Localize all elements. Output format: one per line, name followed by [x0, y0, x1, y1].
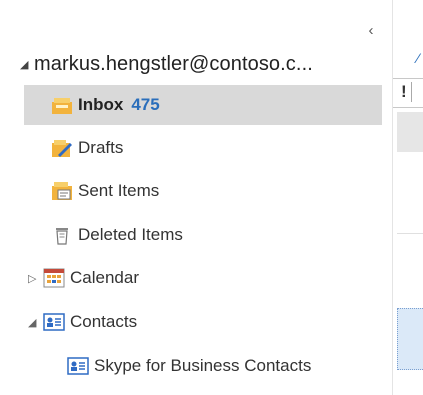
divider [393, 107, 423, 108]
drafts-icon [50, 136, 74, 160]
collapsed-arrow-icon[interactable]: ▷ [28, 272, 42, 285]
folder-label: Inbox [78, 95, 124, 114]
folder-drafts[interactable]: Drafts [50, 128, 123, 168]
inbox-icon [50, 93, 74, 117]
unread-count: 475 [131, 95, 160, 114]
folder-label: Contacts [70, 312, 138, 331]
folder-deleted-items[interactable]: Deleted Items [50, 215, 183, 255]
folder-label: Drafts [78, 138, 124, 157]
folder-contacts[interactable]: ◢ Contacts [28, 302, 137, 342]
account-name: markus.hengstler@contoso.c... [34, 52, 313, 75]
chevron-left-icon: ‹ [368, 22, 374, 39]
folder-label: Deleted Items [78, 225, 183, 244]
folder-label: Skype for Business Contacts [94, 356, 312, 375]
folder-skype-for-business-contacts[interactable]: Skype for Business Contacts [66, 346, 311, 386]
message-list-pane: ⁄ ! [392, 0, 423, 395]
expanded-arrow-icon[interactable]: ◢ [28, 316, 42, 329]
folder-label: Sent Items [78, 181, 160, 200]
importance-column-header[interactable]: ! [401, 82, 407, 102]
divider [397, 233, 423, 234]
sent-items-icon [50, 179, 74, 203]
collapse-folder-pane-button[interactable]: ‹ [364, 22, 378, 40]
folder-inbox[interactable]: Inbox 475 [24, 85, 382, 125]
folder-label: Calendar [70, 268, 139, 287]
expanded-arrow-icon[interactable]: ◢ [20, 58, 34, 71]
folder-sent-items[interactable]: Sent Items [50, 171, 159, 211]
contacts-icon [66, 354, 90, 378]
folder-pane: ‹ ◢ markus.hengstler@contoso.c... Inbox … [0, 0, 392, 395]
contacts-icon [42, 310, 66, 334]
account-node[interactable]: ◢ markus.hengstler@contoso.c... [20, 49, 388, 79]
selected-message-row[interactable] [397, 308, 423, 370]
column-separator[interactable] [411, 82, 412, 102]
folder-calendar[interactable]: ▷ Calendar [28, 258, 139, 298]
divider [393, 78, 423, 79]
list-tab-marker: ⁄ [417, 50, 420, 66]
calendar-icon [42, 266, 66, 290]
trash-icon [50, 223, 74, 247]
message-row[interactable] [397, 112, 423, 152]
